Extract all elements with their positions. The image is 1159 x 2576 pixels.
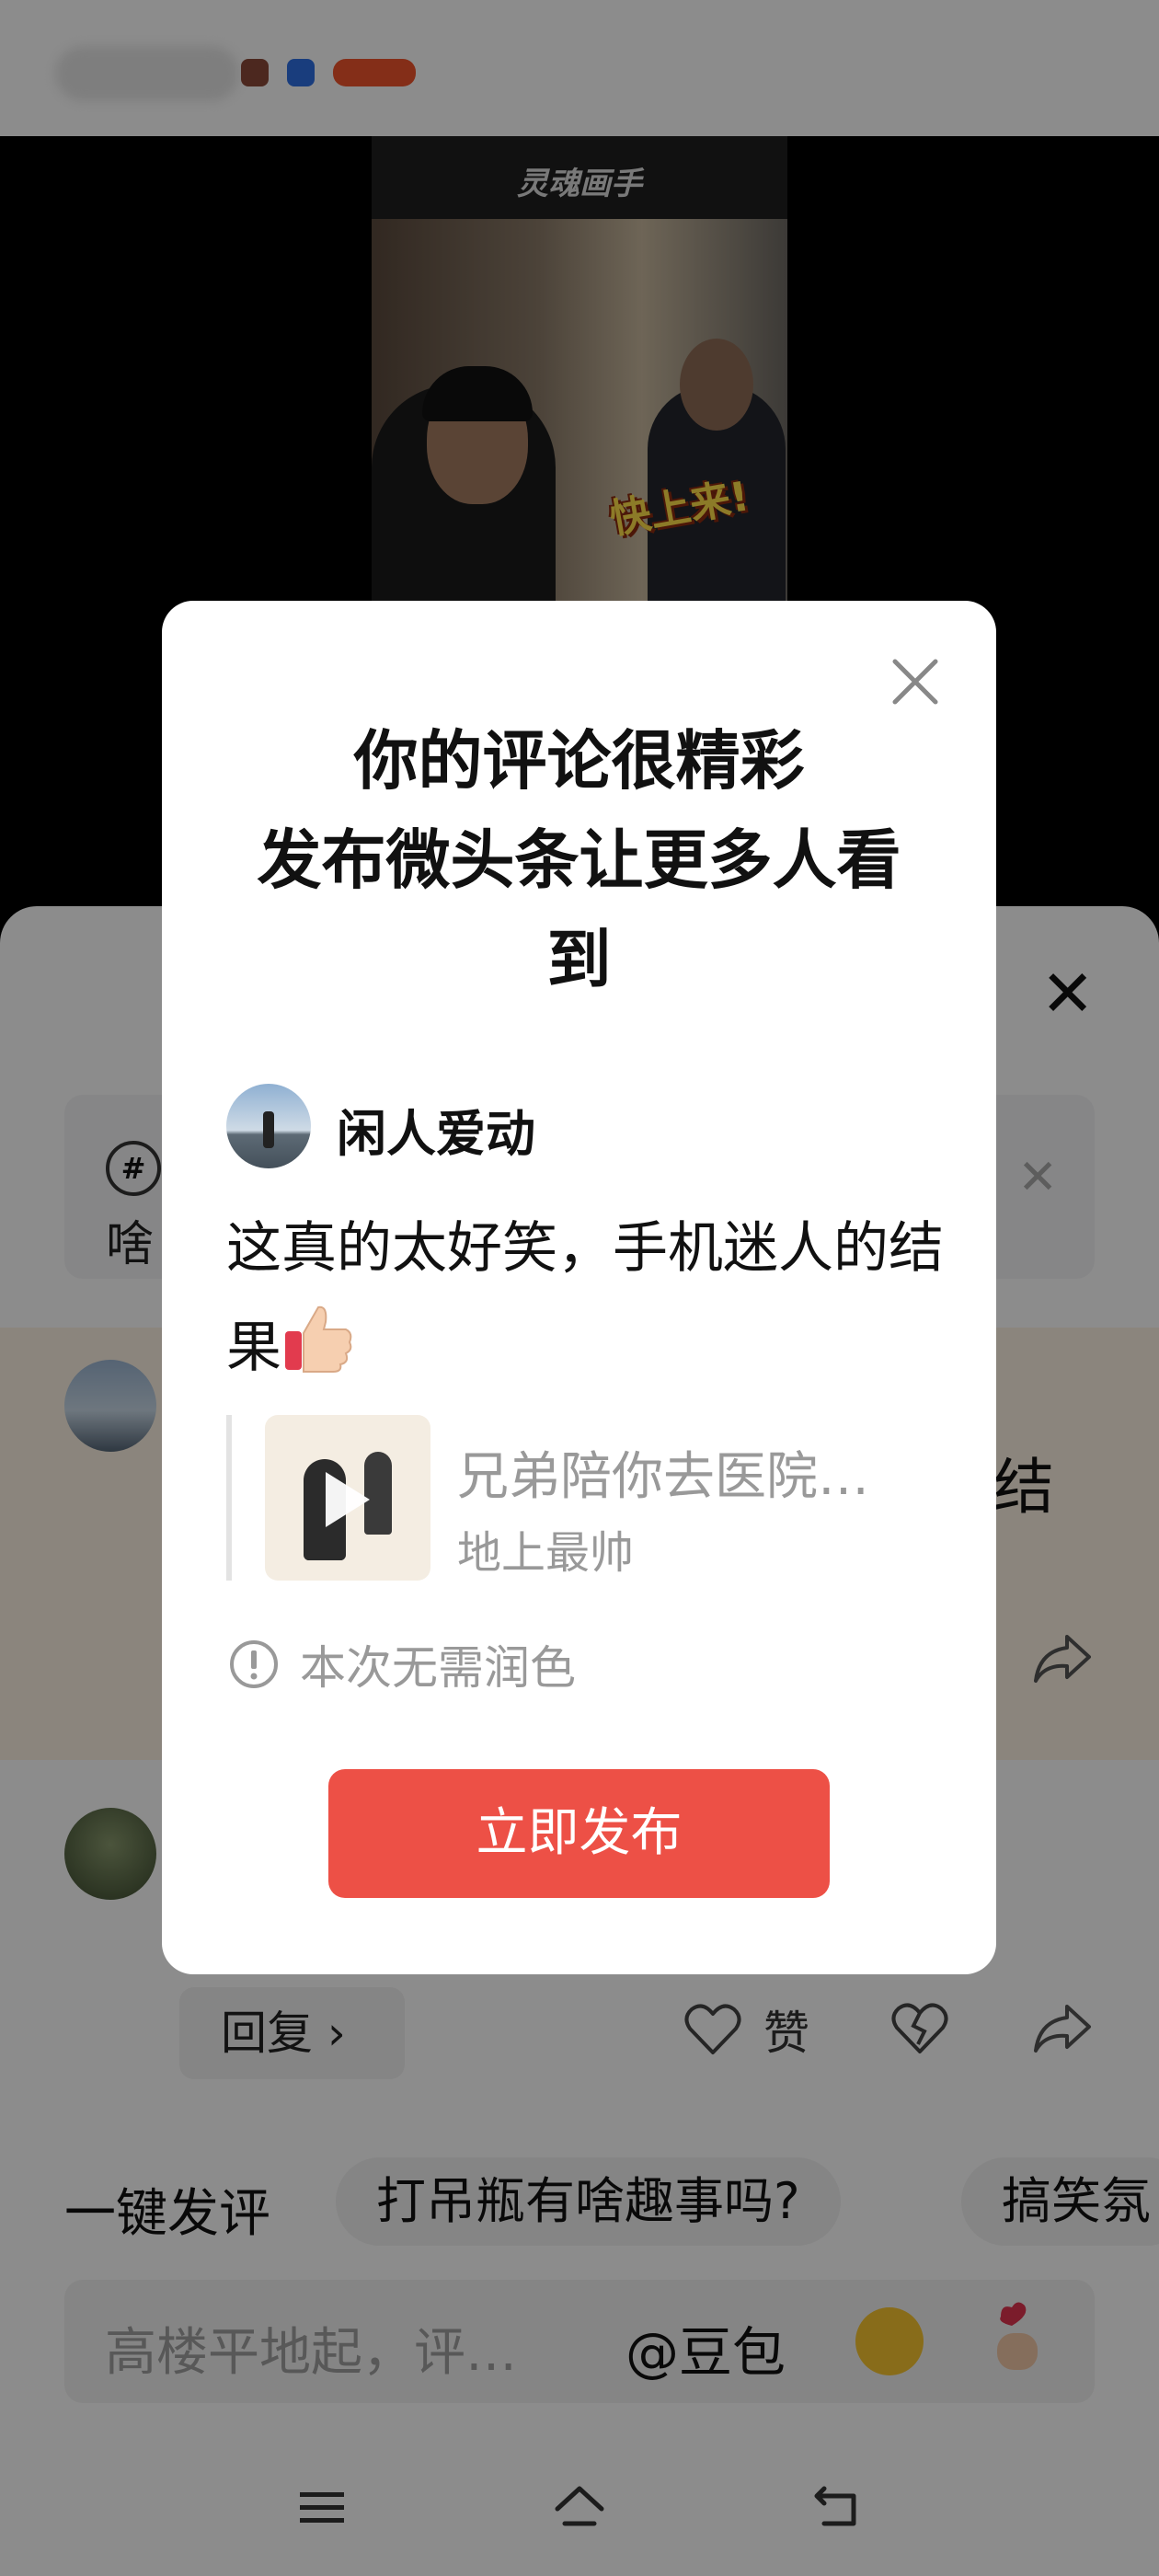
quoted-article[interactable]: 兄弟陪你去医院… 地上最帅 <box>226 1415 944 1581</box>
dialog-title-line: 你的评论很精彩 <box>353 723 805 799</box>
publish-dialog: 你的评论很精彩 发布微头条让更多人看 到 闲人爱动 这真的太好笑，手机迷人的结果… <box>162 601 996 1974</box>
user-name: 闲人爱动 <box>337 1105 535 1163</box>
dialog-title: 你的评论很精彩 发布微头条让更多人看 到 <box>217 711 941 1009</box>
avatar <box>226 1084 311 1168</box>
publish-button[interactable]: 立即发布 <box>328 1769 830 1898</box>
info-icon <box>230 1640 278 1688</box>
thumbs-up-emoji <box>285 1305 352 1373</box>
play-icon <box>326 1472 370 1527</box>
polish-notice: 本次无需润色 <box>228 1631 576 1697</box>
article-thumbnail <box>265 1415 430 1581</box>
polish-notice-text: 本次无需润色 <box>300 1641 576 1695</box>
dialog-title-line: 发布微头条让更多人看 <box>257 822 901 898</box>
dialog-title-line: 到 <box>546 922 612 997</box>
article-title: 兄弟陪你去医院… <box>457 1447 869 1507</box>
comment-preview: 这真的太好笑，手机迷人的结果 <box>226 1199 944 1397</box>
article-author: 地上最帅 <box>457 1527 635 1579</box>
close-icon[interactable] <box>889 656 941 707</box>
